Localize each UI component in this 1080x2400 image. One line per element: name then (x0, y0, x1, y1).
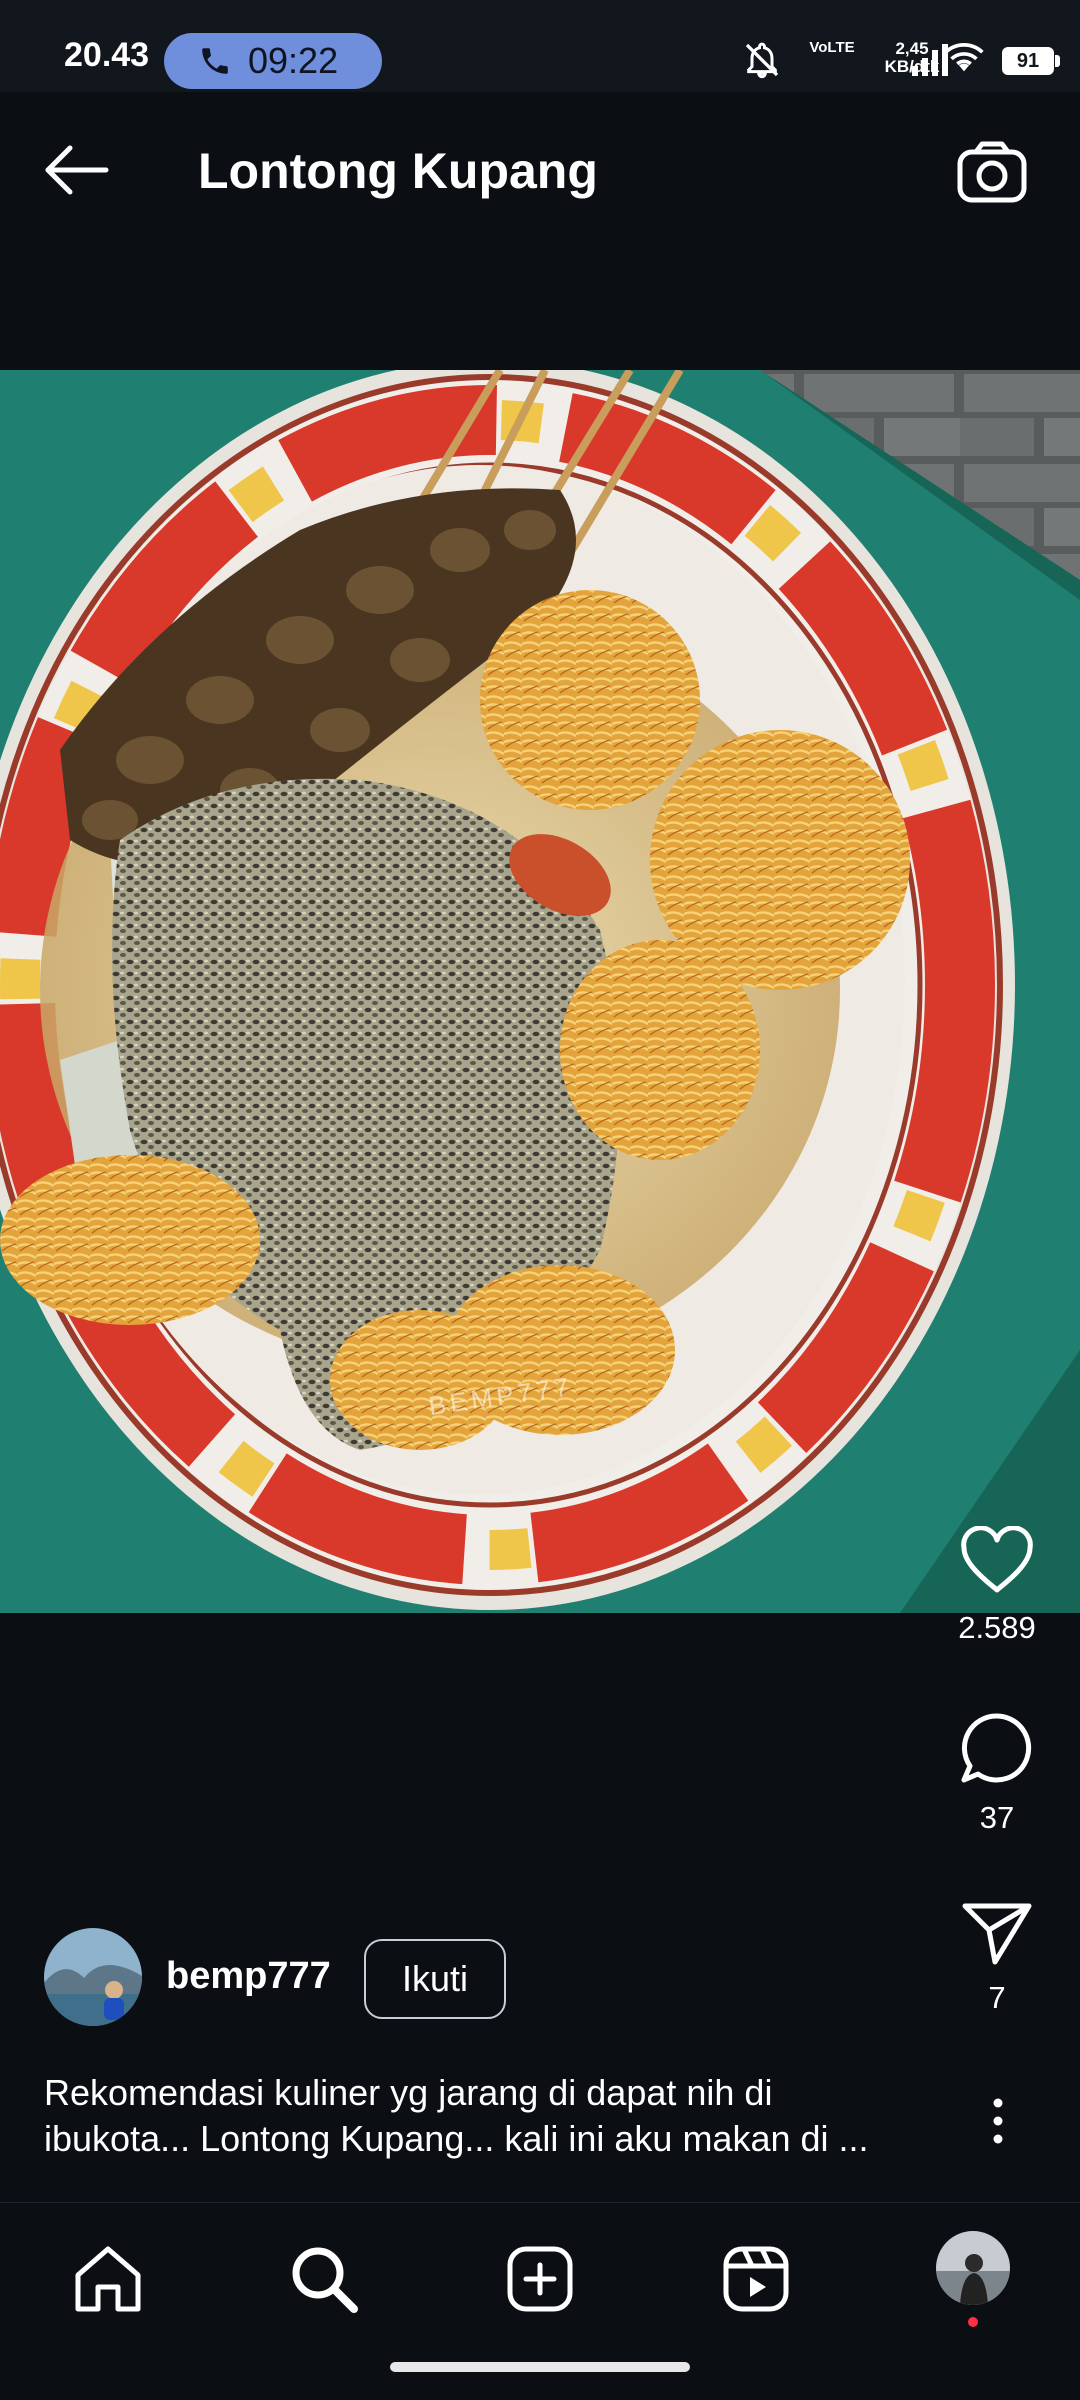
post-caption[interactable]: Rekomendasi kuliner yg jarang di dapat n… (44, 2070, 944, 2162)
heart-icon[interactable] (958, 1526, 1036, 1596)
caption-line: Rekomendasi kuliner yg jarang di dapat n… (44, 2072, 773, 2113)
arrow-left-icon[interactable] (38, 140, 114, 200)
food-photo: BEMP777 (0, 370, 1080, 1613)
more-vertical-icon[interactable] (982, 2096, 1014, 2146)
camera-icon[interactable] (956, 140, 1028, 204)
reels-icon[interactable] (716, 2239, 796, 2319)
status-icons: VoLTE 2,45 KB/dtk 91 (700, 0, 1080, 92)
status-bar: 20.43 09:22 VoLTE 2,45 KB/dtk 91 (0, 0, 1080, 92)
call-timer: 09:22 (248, 40, 339, 81)
comment-icon[interactable] (958, 1710, 1036, 1786)
share-action: 7 (932, 1900, 1062, 2016)
share-count: 7 (988, 1980, 1006, 2015)
author-avatar[interactable] (44, 1928, 142, 2026)
network-type-label: VoLTE (809, 39, 855, 56)
comment-action: 37 (932, 1710, 1062, 1836)
battery-indicator: 91 (1002, 47, 1060, 75)
send-icon[interactable] (959, 1900, 1035, 1966)
search-icon[interactable] (284, 2239, 364, 2319)
caption-line: ibukota... Lontong Kupang... kali ini ak… (44, 2118, 869, 2159)
like-count: 2.589 (958, 1610, 1036, 1645)
follow-button[interactable]: Ikuti (364, 1939, 506, 2019)
add-post-icon[interactable] (500, 2239, 580, 2319)
like-action: 2.589 (932, 1526, 1062, 1646)
phone-icon (202, 48, 228, 74)
bell-off-icon (745, 42, 779, 79)
ongoing-call-pill[interactable]: 09:22 (164, 33, 382, 89)
gesture-home-indicator[interactable] (390, 2362, 690, 2372)
comment-count: 37 (979, 1800, 1015, 1835)
post-photo[interactable]: BEMP777 (0, 370, 1080, 1613)
profile-avatar[interactable] (936, 2231, 1010, 2305)
author-username[interactable]: bemp777 (166, 1955, 331, 1998)
home-icon[interactable] (68, 2239, 148, 2319)
notification-dot (968, 2317, 978, 2327)
status-time: 20.43 (64, 36, 150, 74)
page-title: Lontong Kupang (198, 143, 598, 199)
top-app-bar: Lontong Kupang (0, 92, 1080, 252)
wifi-icon (944, 43, 984, 72)
cellular-signal-icon (912, 44, 948, 76)
